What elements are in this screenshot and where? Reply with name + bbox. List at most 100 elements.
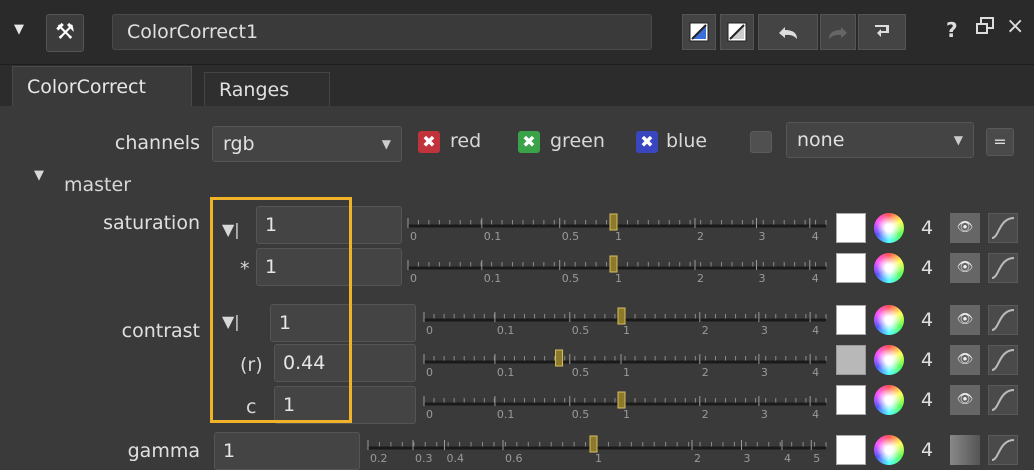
slider-tick-label: 2 (702, 366, 709, 379)
slider-tick-label: 1 (595, 452, 602, 465)
slider-tick-label: 4 (812, 230, 819, 243)
slider-tick-label: 2 (694, 452, 701, 465)
gamma-value-field[interactable]: 1 (214, 432, 360, 470)
slider-tick-label: 3 (759, 272, 766, 285)
slider-handle (609, 213, 618, 231)
slider-tick-label: 4 (812, 272, 819, 285)
eye-icon[interactable]: 👁 (950, 305, 980, 335)
slider-tick-label: 4 (812, 324, 819, 337)
green-checkbox[interactable]: ✖ (518, 131, 540, 153)
gamma-row-icons: 4 (836, 432, 1032, 470)
channel-count-button[interactable]: 4 (912, 385, 942, 415)
curve-icon[interactable] (988, 435, 1018, 465)
collapse-triangle-icon[interactable]: ▼ (14, 22, 24, 37)
node-name-field[interactable]: ColorCorrect1 (112, 14, 652, 50)
contrast-r-slider[interactable]: 0 0.1 0.5 1 2 3 4 (420, 342, 830, 380)
contrast-c-row-icons: 4 👁 (836, 382, 1032, 420)
curve-icon[interactable] (988, 305, 1018, 335)
contrast-c-slider[interactable]: 0 0.1 0.5 1 2 3 4 (420, 384, 830, 422)
eye-icon[interactable]: 👁 (950, 385, 980, 415)
color-swatch-button[interactable] (836, 345, 866, 375)
extra-channel-dropdown[interactable]: none ▼ (786, 122, 974, 158)
curve-svg-icon (991, 349, 1015, 371)
channels-value: rgb (223, 133, 255, 155)
channel-count-button[interactable]: 4 (912, 253, 942, 283)
help-icon[interactable]: ? (946, 18, 958, 42)
undo-icon (779, 27, 797, 39)
red-checkbox[interactable]: ✖ (418, 131, 440, 153)
channel-count-button[interactable]: 4 (912, 305, 942, 335)
slider-tick-label: 2 (702, 408, 709, 421)
red-label: red (450, 130, 482, 152)
contrast-slider[interactable]: 0 0.1 0.5 1 2 3 4 (420, 300, 830, 338)
slider-tick-label: 5 (813, 452, 820, 465)
curve-svg-icon (991, 309, 1015, 331)
slider-tick-label: 0.1 (484, 230, 502, 243)
color-wheel-icon[interactable] (874, 385, 904, 415)
saturation-multiply-slider[interactable]: 0 0.1 0.5 1 2 3 4 (404, 248, 830, 286)
color-wheel-icon[interactable] (874, 345, 904, 375)
contrast-r-row-icons: 4 👁 (836, 342, 1032, 380)
slider-handle (555, 349, 564, 367)
master-collapse-icon[interactable]: ▼ (34, 168, 44, 183)
eye-icon[interactable]: 👁 (950, 345, 980, 375)
wrench-icon[interactable]: ⚒ (46, 14, 84, 52)
curve-icon[interactable] (988, 213, 1018, 243)
slider-tick-label: 0.4 (447, 452, 465, 465)
color-wheel-icon[interactable] (874, 435, 904, 465)
slider-tick-label: 0.5 (572, 366, 590, 379)
blue-checkbox[interactable]: ✖ (636, 131, 658, 153)
color-swatch-button[interactable] (836, 385, 866, 415)
saturation-label: saturation (103, 212, 200, 234)
gamma-slider[interactable]: 0.2 0.3 0.4 0.6 1 2 3 4 5 (364, 428, 830, 466)
redo-button[interactable] (820, 14, 856, 50)
tab-colorcorrect[interactable]: ColorCorrect (12, 66, 192, 106)
equals-button[interactable]: = (986, 128, 1014, 156)
slider-tick-label: 0.1 (497, 324, 515, 337)
channels-dropdown[interactable]: rgb ▼ (212, 126, 402, 162)
slider-tick-label: 3 (759, 230, 766, 243)
slider-tick-label: 3 (761, 324, 768, 337)
slider-tick-label: 1 (623, 408, 630, 421)
color-wheel-icon[interactable] (874, 213, 904, 243)
slider-tick-label: 2 (702, 324, 709, 337)
close-icon[interactable]: × (1006, 14, 1024, 39)
curve-icon[interactable] (988, 345, 1018, 375)
undo-button[interactable] (758, 14, 818, 50)
white-diagonal-icon (727, 22, 747, 42)
slider-track-svg: 0.2 0.3 0.4 0.6 1 2 3 4 5 (367, 435, 827, 465)
channel-count-button[interactable]: 4 (912, 213, 942, 243)
curve-svg-icon (991, 439, 1015, 461)
chevron-down-icon: ▼ (381, 137, 391, 151)
color-swatch-button[interactable] (836, 435, 866, 465)
curve-icon[interactable] (988, 385, 1018, 415)
color-wheel-icon[interactable] (874, 305, 904, 335)
tab-ranges[interactable]: Ranges (204, 72, 330, 106)
eye-icon[interactable]: 👁 (950, 213, 980, 243)
output-toggle-button[interactable] (720, 14, 754, 50)
channel-count-button[interactable]: 4 (912, 345, 942, 375)
slider-tick-label: 0.2 (370, 452, 388, 465)
color-swatch-button[interactable] (836, 305, 866, 335)
contrast-label: contrast (121, 320, 200, 342)
gradient-toggle-icon[interactable] (950, 435, 980, 465)
slider-track-svg: 0 0.1 0.5 1 2 3 4 (423, 349, 827, 379)
color-swatch-button[interactable] (836, 253, 866, 283)
contrast-row-icons: 4 👁 (836, 302, 1032, 340)
revert-button[interactable] (858, 14, 906, 50)
curve-icon[interactable] (988, 253, 1018, 283)
float-icon (976, 17, 994, 34)
slider-tick-label: 4 (784, 452, 791, 465)
slider-tick-label: 0.5 (562, 272, 580, 285)
input-toggle-button[interactable] (682, 14, 716, 50)
extra-channel-checkbox[interactable] (750, 131, 772, 153)
slider-tick-label: 0 (426, 408, 433, 421)
color-swatch-button[interactable] (836, 213, 866, 243)
channel-count-button[interactable]: 4 (912, 435, 942, 465)
eye-icon[interactable]: 👁 (950, 253, 980, 283)
slider-track-svg: 0 0.1 0.5 1 2 3 4 (423, 391, 827, 421)
saturation-slider[interactable]: 0 0.1 0.5 1 2 3 4 (404, 206, 830, 244)
slider-handle (589, 435, 598, 453)
float-panel-icon[interactable] (976, 17, 994, 40)
color-wheel-icon[interactable] (874, 253, 904, 283)
